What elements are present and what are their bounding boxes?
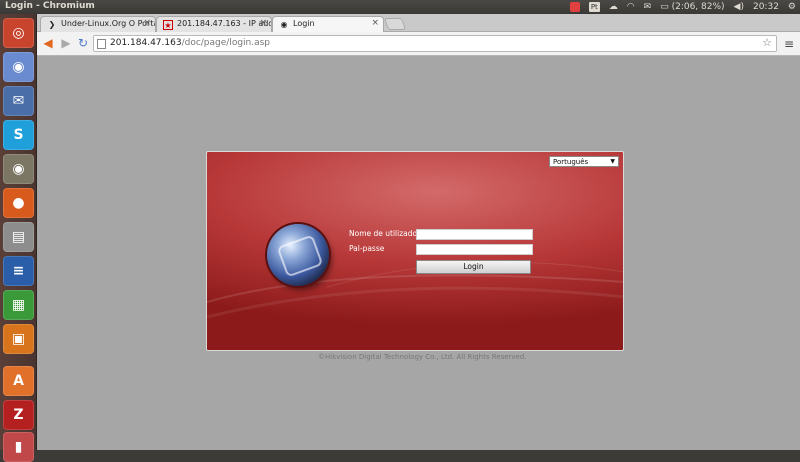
dropdown-arrow-icon: ▼ <box>610 158 615 165</box>
password-input[interactable] <box>416 244 533 255</box>
close-icon[interactable]: × <box>143 18 151 28</box>
login-panel: Português ▼ Nome de utilizador Pal-passe… <box>206 151 624 351</box>
forward-arrow-icon[interactable]: ▶ <box>59 36 73 50</box>
language-value: Português <box>553 158 589 166</box>
back-arrow-icon[interactable]: ◀ <box>41 36 55 50</box>
thunderbird-icon[interactable]: ✉ <box>3 86 34 116</box>
cloud-icon[interactable]: ☁ <box>609 1 618 13</box>
new-tab-button[interactable] <box>383 18 407 30</box>
chevron-site-icon: ❯ <box>48 20 56 29</box>
filezilla-icon[interactable]: Z <box>3 400 34 430</box>
skype-icon[interactable]: S <box>3 120 34 150</box>
url-path: /doc/page/login.asp <box>181 38 271 48</box>
tab-under-linux[interactable]: ❯ Under-Linux.Org O Portal × <box>40 16 156 32</box>
username-input[interactable] <box>416 229 533 240</box>
clock[interactable]: 20:32 <box>753 1 779 13</box>
mail-icon[interactable]: ✉ <box>644 1 652 13</box>
copyright-text: ©Hikvision Digital Technology Co., Ltd. … <box>318 353 527 361</box>
close-icon[interactable]: × <box>371 18 379 28</box>
trash-icon[interactable]: ▮ <box>3 432 34 462</box>
page-content: Português ▼ Nome de utilizador Pal-passe… <box>37 57 800 450</box>
battery-text: (2:06, 82%) <box>671 2 725 12</box>
chromium-icon[interactable]: ◉ <box>3 52 34 82</box>
calc-icon[interactable]: ▦ <box>3 290 34 320</box>
reload-icon[interactable]: ↻ <box>76 36 90 50</box>
tab-label: Login <box>293 19 315 28</box>
impress-icon[interactable]: ▣ <box>3 324 34 354</box>
software-center-icon[interactable]: A <box>3 366 34 396</box>
tab-ip-address[interactable]: ★ 201.184.47.163 - IP addre × <box>156 16 272 32</box>
url-host: 201.184.47.163 <box>110 38 182 48</box>
battery-icon: ▭ <box>660 2 669 12</box>
tab-strip: ❯ Under-Linux.Org O Portal × ★ 201.184.4… <box>37 14 800 32</box>
password-label: Pal-passe <box>349 244 385 253</box>
browser-toolbar: ◀ ▶ ↻ 201.184.47.163/doc/page/login.asp … <box>37 32 800 56</box>
hikvision-logo <box>267 224 329 286</box>
unity-launcher: ◎ ◉ ✉ S ◉ ● ▤ ≡ ▦ ▣ A Z ▮ <box>0 14 37 462</box>
menu-icon[interactable]: ≡ <box>784 37 794 51</box>
wifi-icon[interactable]: ◠ <box>627 1 635 13</box>
tab-label: Under-Linux.Org O Portal <box>61 19 156 28</box>
ubuntu-dash-icon[interactable]: ◎ <box>3 18 34 48</box>
notification-icon[interactable] <box>569 2 580 12</box>
files-icon[interactable]: ▤ <box>3 222 34 252</box>
rhythmbox-icon[interactable]: ◉ <box>3 154 34 184</box>
browser-window: ❯ Under-Linux.Org O Portal × ★ 201.184.4… <box>37 14 800 450</box>
tab-login[interactable]: ◉ Login × <box>272 16 384 32</box>
tab-label: 201.184.47.163 - IP addre <box>177 19 272 28</box>
writer-icon[interactable]: ≡ <box>3 256 34 286</box>
system-tray: Pt ☁ ◠ ✉ ▭ (2:06, 82%) ◀) 20:32 ⚙ <box>569 1 796 13</box>
window-title: Login - Chromium <box>5 1 95 11</box>
firefox-icon[interactable]: ● <box>3 188 34 218</box>
battery-indicator[interactable]: ▭ (2:06, 82%) <box>660 1 724 13</box>
language-select[interactable]: Português ▼ <box>549 156 619 167</box>
globe-icon: ◉ <box>280 20 288 29</box>
top-panel: Login - Chromium Pt ☁ ◠ ✉ ▭ (2:06, 82%) … <box>0 0 800 14</box>
username-label: Nome de utilizador <box>349 229 421 238</box>
close-icon[interactable]: × <box>259 18 267 28</box>
star-site-icon: ★ <box>163 20 173 30</box>
volume-icon[interactable]: ◀) <box>734 1 744 13</box>
settings-gear-icon[interactable]: ⚙ <box>788 1 796 13</box>
address-bar[interactable]: 201.184.47.163/doc/page/login.asp ☆ <box>93 35 777 52</box>
bookmark-star-icon[interactable]: ☆ <box>762 36 772 49</box>
keyboard-layout-indicator[interactable]: Pt <box>588 2 600 12</box>
page-icon <box>97 39 106 49</box>
login-button[interactable]: Login <box>416 260 531 274</box>
